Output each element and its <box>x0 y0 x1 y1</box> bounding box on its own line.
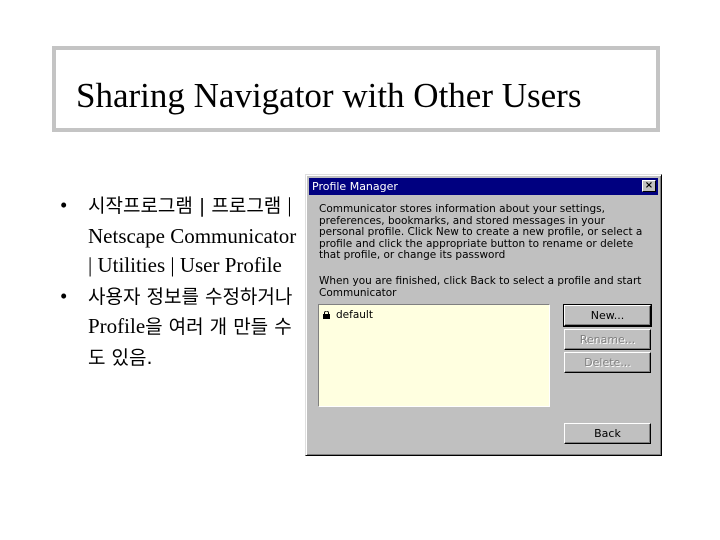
delete-profile-button[interactable]: Delete... <box>564 352 651 373</box>
dialog-description: Communicator stores information about yo… <box>319 203 643 261</box>
bullet-dot-icon: • <box>60 193 68 217</box>
slide-title: Sharing Navigator with Other Users <box>76 76 582 115</box>
dialog-instruction: When you are finished, click Back to sel… <box>319 275 642 299</box>
profile-manager-dialog: Profile Manager × Communicator stores in… <box>305 174 662 456</box>
close-icon[interactable]: × <box>642 180 656 192</box>
new-profile-button[interactable]: New... <box>563 304 652 327</box>
dialog-title: Profile Manager <box>312 180 398 193</box>
rename-profile-button[interactable]: Rename... <box>564 329 651 350</box>
bullet-list: • 시작프로그램 | 프로그램 | Netscape Communicator … <box>60 191 300 374</box>
back-button[interactable]: Back <box>564 423 651 444</box>
list-item[interactable]: default <box>323 309 373 321</box>
bullet-1-korean: 시작프로그램 | 프로그램 <box>88 195 288 217</box>
bullet-item-2: • 사용자 정보를 수정하거나 Profile을 여러 개 만들 수도 있음. <box>60 282 300 374</box>
bullet-dot-icon: • <box>60 283 68 308</box>
bullet-2-english: Profile <box>88 314 146 338</box>
profile-list[interactable]: default <box>318 304 550 407</box>
dialog-titlebar[interactable]: Profile Manager × <box>309 178 658 195</box>
slide-title-box: Sharing Navigator with Other Users <box>52 46 660 132</box>
lock-icon <box>323 311 330 319</box>
bullet-item-1: • 시작프로그램 | 프로그램 | Netscape Communicator … <box>60 191 300 281</box>
bullet-2-korean-a: 사용자 정보를 수정하거나 <box>88 285 293 308</box>
profile-name: default <box>336 309 373 321</box>
